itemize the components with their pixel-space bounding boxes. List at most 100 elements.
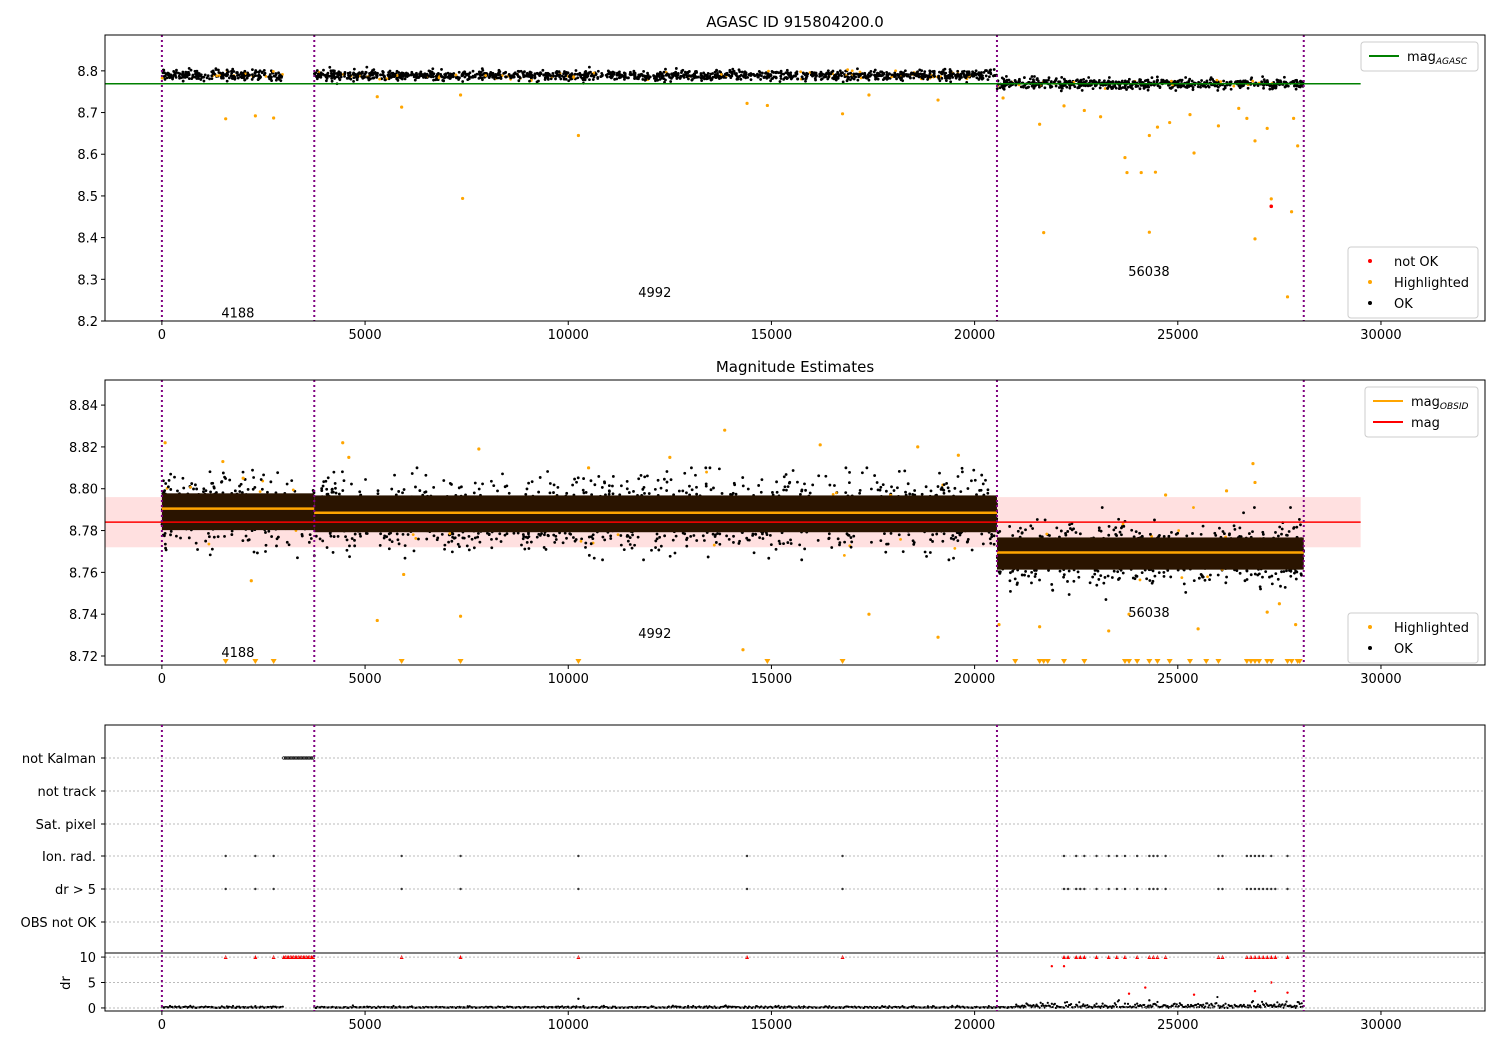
ok-point	[885, 73, 889, 77]
ok-point	[285, 540, 289, 544]
ok-point	[204, 489, 208, 493]
ok-point	[654, 77, 658, 81]
ok-point	[655, 532, 659, 536]
ok-point	[715, 68, 718, 72]
ok-point	[789, 538, 792, 542]
ok-point	[535, 535, 539, 539]
ok-point	[1160, 78, 1164, 82]
highlighted-point	[1098, 115, 1103, 119]
ok-point	[187, 66, 191, 70]
ok-point	[457, 533, 461, 537]
ok-point	[865, 76, 869, 80]
ok-point	[718, 542, 722, 546]
ok-point	[362, 74, 366, 78]
ok-point	[681, 489, 685, 493]
highlighted-point	[1269, 197, 1273, 201]
ok-point	[617, 76, 621, 80]
ok-point	[542, 73, 546, 77]
ok-point	[908, 492, 912, 496]
ok-point	[1032, 86, 1036, 90]
ok-point	[962, 73, 966, 77]
ok-point	[645, 74, 648, 78]
ok-point	[966, 487, 970, 490]
ok-point	[885, 77, 889, 81]
ok-point	[516, 69, 520, 73]
ok-point	[591, 78, 595, 81]
ok-point	[465, 544, 469, 548]
ok-point	[525, 540, 529, 544]
ok-point	[451, 74, 455, 78]
ok-point	[477, 487, 481, 491]
ok-point	[316, 75, 320, 79]
ok-point	[432, 534, 436, 538]
ok-point	[592, 556, 596, 560]
highlighted-point	[460, 196, 465, 201]
ok-point	[372, 68, 376, 72]
ok-point	[544, 548, 548, 551]
ok-point	[267, 529, 271, 533]
ok-point	[787, 481, 791, 485]
ok-point	[615, 73, 619, 77]
ok-point	[195, 487, 199, 491]
ok-point	[811, 71, 815, 75]
highlighted-point	[1123, 155, 1127, 160]
ok-point	[732, 541, 735, 544]
ok-point	[436, 73, 439, 77]
ok-point	[1299, 523, 1302, 527]
ok-point	[687, 74, 691, 78]
ok-point	[813, 77, 817, 80]
ok-point	[803, 482, 806, 486]
highlighted-point	[160, 76, 164, 80]
ok-point	[169, 529, 173, 533]
ok-point	[760, 74, 763, 78]
ok-point	[970, 479, 973, 483]
ok-point	[1282, 75, 1286, 79]
highlighted-point	[616, 533, 620, 537]
ok-point	[329, 74, 333, 78]
y-tick-label: 8.2	[77, 315, 98, 330]
ok-point	[940, 72, 944, 76]
ok-point	[748, 73, 752, 77]
ok-point	[416, 76, 420, 79]
ok-point	[826, 69, 830, 73]
highlighted-point	[846, 68, 849, 72]
highlighted-point	[400, 105, 404, 109]
ok-point	[520, 543, 523, 547]
ok-point	[798, 543, 802, 547]
ok-point	[257, 70, 261, 74]
ok-point	[771, 491, 774, 494]
ok-point	[1144, 85, 1148, 89]
ok-point	[844, 491, 848, 495]
ok-point	[1270, 87, 1274, 91]
ok-point	[965, 72, 969, 76]
ok-point	[665, 470, 669, 473]
ok-point	[512, 75, 516, 79]
ok-point	[849, 536, 853, 539]
ok-point	[912, 76, 916, 80]
ok-point	[461, 73, 465, 77]
ok-point	[490, 546, 494, 550]
ok-point	[711, 75, 715, 79]
ok-point	[225, 68, 229, 72]
ok-point	[903, 469, 907, 473]
ok-point	[527, 547, 531, 550]
ok-point	[730, 74, 734, 78]
ok-point	[296, 556, 299, 560]
ok-point	[225, 71, 229, 75]
ok-point	[725, 71, 729, 75]
ok-point	[476, 531, 480, 535]
ok-point	[325, 76, 329, 80]
ok-point	[912, 542, 916, 546]
ok-point	[1074, 79, 1078, 83]
ok-point	[611, 484, 614, 488]
ok-point	[759, 78, 763, 81]
ok-point	[174, 534, 178, 538]
ok-point	[569, 74, 572, 78]
ok-point	[647, 77, 651, 80]
ok-point	[757, 74, 760, 77]
ok-point	[972, 468, 976, 472]
ok-point	[1233, 527, 1237, 531]
ok-point	[244, 534, 248, 538]
ok-point	[951, 534, 955, 537]
ok-point	[331, 551, 335, 554]
